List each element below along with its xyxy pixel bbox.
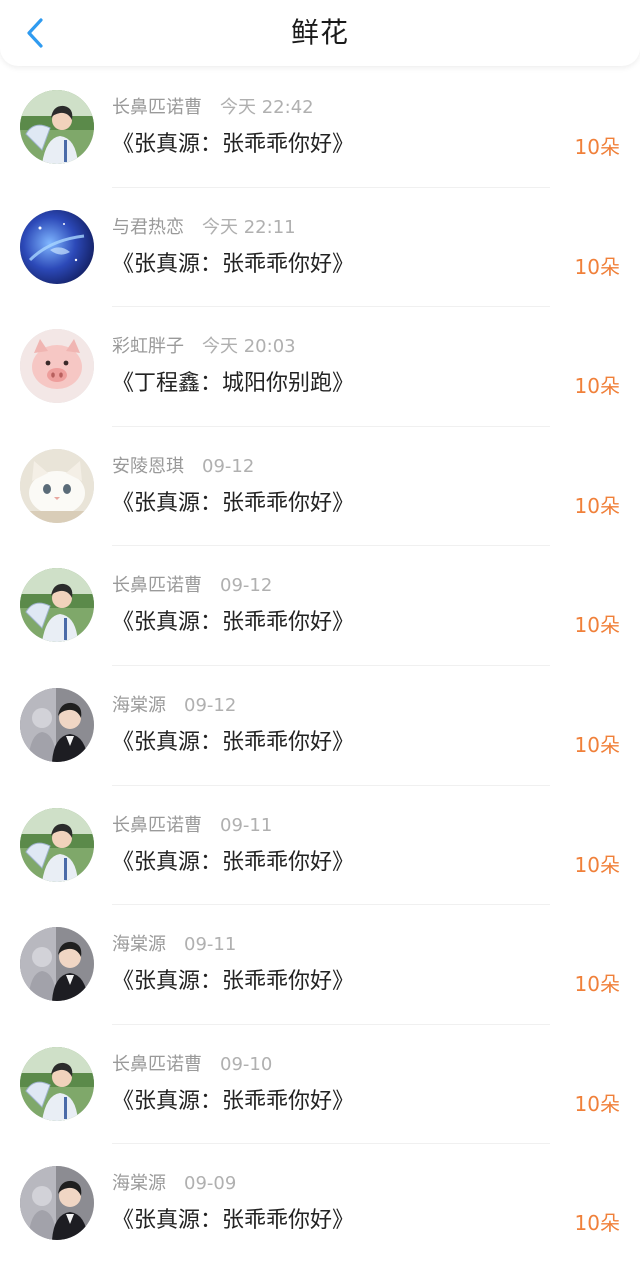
list-item[interactable]: 长鼻匹诺曹 今天 22:42 《张真源：张乖乖你好》 10朵 xyxy=(0,68,640,188)
flower-count: 10朵 xyxy=(574,254,620,279)
gift-title: 《张真源：张乖乖你好》 xyxy=(112,132,355,157)
boy-with-fan-avatar[interactable] xyxy=(20,1046,94,1121)
username[interactable]: 安陵恩琪 xyxy=(112,455,184,479)
flower-count: 10朵 xyxy=(574,493,620,518)
flower-count: 10朵 xyxy=(574,613,620,638)
username[interactable]: 彩虹胖子 xyxy=(112,335,184,359)
timestamp: 09-11 xyxy=(184,934,237,956)
white-cat-avatar[interactable] xyxy=(20,448,94,523)
list-item[interactable]: 海棠源 09-11 《张真源：张乖乖你好》 10朵 xyxy=(0,905,640,1025)
gift-title: 《张真源：张乖乖你好》 xyxy=(112,969,355,995)
boy-with-fan-avatar[interactable] xyxy=(20,568,94,643)
timestamp: 09-11 xyxy=(220,814,273,836)
flower-count: 10朵 xyxy=(574,135,620,159)
flower-count: 10朵 xyxy=(574,972,620,997)
page-title: 鲜花 xyxy=(290,16,349,49)
username[interactable]: 海棠源 xyxy=(112,933,166,957)
timestamp: 09-09 xyxy=(184,1173,237,1195)
gift-title: 《张真源：张乖乖你好》 xyxy=(112,251,355,277)
pink-pig-avatar[interactable] xyxy=(20,329,94,404)
flower-count: 10朵 xyxy=(574,1091,620,1116)
list-item[interactable]: 彩虹胖子 今天 20:03 《丁程鑫：城阳你别跑》 10朵 xyxy=(0,307,640,427)
blue-galaxy-avatar[interactable] xyxy=(20,209,94,284)
boy-with-fan-avatar[interactable] xyxy=(20,807,94,882)
username[interactable]: 长鼻匹诺曹 xyxy=(112,814,202,838)
gift-title: 《张真源：张乖乖你好》 xyxy=(112,729,355,755)
list-item[interactable]: 海棠源 09-12 《张真源：张乖乖你好》 10朵 xyxy=(0,666,640,786)
list-item[interactable]: 与君热恋 今天 22:11 《张真源：张乖乖你好》 10朵 xyxy=(0,188,640,308)
username[interactable]: 海棠源 xyxy=(112,694,166,718)
list-item[interactable]: 安陵恩琪 09-12 《张真源：张乖乖你好》 10朵 xyxy=(0,427,640,547)
boy-in-suit-avatar[interactable] xyxy=(20,1166,94,1241)
gift-title: 《张真源：张乖乖你好》 xyxy=(112,849,355,875)
boy-in-suit-avatar[interactable] xyxy=(20,927,94,1002)
username[interactable]: 长鼻匹诺曹 xyxy=(112,1053,202,1077)
timestamp: 09-12 xyxy=(184,694,237,716)
flower-count: 10朵 xyxy=(574,1211,620,1236)
timestamp: 今天 22:11 xyxy=(202,216,296,238)
gift-title: 《丁程鑫：城阳你别跑》 xyxy=(112,371,355,397)
gift-title: 《张真源：张乖乖你好》 xyxy=(112,1088,355,1114)
flower-count: 10朵 xyxy=(574,732,620,757)
gift-list: 长鼻匹诺曹 今天 22:42 《张真源：张乖乖你好》 10朵 与君热恋 今天 2… xyxy=(0,68,640,1264)
top-bar: 鲜花 xyxy=(0,0,640,66)
timestamp: 09-10 xyxy=(220,1053,273,1075)
gift-title: 《张真源：张乖乖你好》 xyxy=(112,610,355,636)
timestamp: 今天 20:03 xyxy=(202,336,296,358)
boy-with-fan-avatar[interactable] xyxy=(20,90,94,164)
username[interactable]: 长鼻匹诺曹 xyxy=(112,96,202,120)
timestamp: 09-12 xyxy=(202,455,255,477)
timestamp: 09-12 xyxy=(220,575,273,597)
username[interactable]: 长鼻匹诺曹 xyxy=(112,574,202,598)
gift-title: 《张真源：张乖乖你好》 xyxy=(112,490,355,516)
username[interactable]: 海棠源 xyxy=(112,1172,166,1196)
boy-in-suit-avatar[interactable] xyxy=(20,687,94,762)
list-item[interactable]: 长鼻匹诺曹 09-10 《张真源：张乖乖你好》 10朵 xyxy=(0,1025,640,1145)
list-item[interactable]: 海棠源 09-09 《张真源：张乖乖你好》 10朵 xyxy=(0,1144,640,1264)
gift-title: 《张真源：张乖乖你好》 xyxy=(112,1208,355,1234)
list-item[interactable]: 长鼻匹诺曹 09-12 《张真源：张乖乖你好》 10朵 xyxy=(0,546,640,666)
flower-count: 10朵 xyxy=(574,852,620,877)
timestamp: 今天 22:42 xyxy=(220,97,314,118)
list-item[interactable]: 长鼻匹诺曹 09-11 《张真源：张乖乖你好》 10朵 xyxy=(0,786,640,906)
flower-count: 10朵 xyxy=(574,374,620,399)
username[interactable]: 与君热恋 xyxy=(112,216,184,240)
